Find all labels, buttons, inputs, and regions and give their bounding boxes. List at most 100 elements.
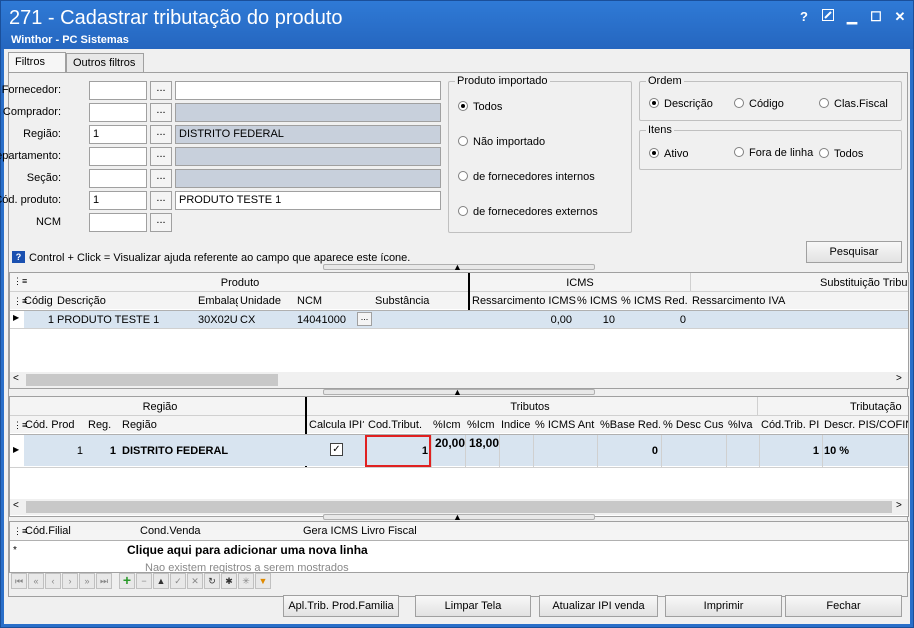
grid1-menu-icon[interactable]: ⋮≡ — [13, 276, 27, 287]
radio-nao-importado[interactable]: Não importado — [458, 136, 545, 148]
tab-outros-filtros[interactable]: Outros filtros — [66, 53, 144, 73]
maximize-icon[interactable]: ☐ — [867, 9, 885, 25]
fechar-button[interactable]: Fechar — [785, 595, 902, 617]
cod-produto-input[interactable]: 1 — [89, 191, 147, 210]
col-descricao[interactable]: Descrição — [57, 295, 197, 307]
splitter-top-arrow-icon[interactable]: ▲ — [453, 262, 462, 272]
tab-filtros[interactable]: Filtros — [8, 52, 66, 74]
radio-fornecedores-internos-dot[interactable] — [458, 171, 468, 181]
radio-fornecedores-internos[interactable]: de fornecedores internos — [458, 171, 595, 183]
cancel-icon[interactable]: ✕ — [187, 573, 203, 589]
cod-produto-search-button[interactable]: ... — [150, 191, 172, 210]
radio-itens-ativo[interactable]: Ativo — [649, 148, 688, 160]
row-cod-tribut[interactable]: 1 — [368, 445, 428, 457]
col-codigo[interactable]: Códig — [24, 295, 56, 307]
col-regiao[interactable]: Região — [122, 419, 302, 431]
regiao-search-button[interactable]: ... — [150, 125, 172, 144]
radio-ordem-codigo-dot[interactable] — [734, 98, 744, 108]
col-icm2[interactable]: %Icm — [467, 419, 499, 431]
departamento-search-button[interactable]: ... — [150, 147, 172, 166]
nav-last-icon[interactable]: ⏭ — [96, 573, 112, 589]
comprador-search-button[interactable]: ... — [150, 103, 172, 122]
help-icon[interactable]: ? — [795, 9, 813, 25]
pesquisar-button[interactable]: Pesquisar — [806, 241, 902, 263]
row-regiao[interactable]: DISTRITO FEDERAL — [122, 445, 302, 457]
radio-fornecedores-externos[interactable]: de fornecedores externos — [458, 206, 598, 218]
regiao-input[interactable]: 1 — [89, 125, 147, 144]
col-desc-cus[interactable]: % Desc Cus — [663, 419, 725, 431]
col-base-red[interactable]: %Base Red. — [600, 419, 660, 431]
imprimir-button[interactable]: Imprimir — [665, 595, 782, 617]
close-icon[interactable]: ✕ — [891, 9, 909, 25]
edit-up-icon[interactable]: ▲ — [153, 573, 169, 589]
col-ncm[interactable]: NCM — [297, 295, 372, 307]
radio-itens-todos[interactable]: Todos — [819, 148, 863, 160]
secao-search-button[interactable]: ... — [150, 169, 172, 188]
radio-ordem-descricao-dot[interactable] — [649, 98, 659, 108]
filter-icon[interactable]: ▼ — [255, 573, 271, 589]
grid1-scroll-left-icon[interactable]: < — [13, 373, 19, 384]
nav-next-page-icon[interactable]: » — [79, 573, 95, 589]
col-calcula-ipi[interactable]: Calcula IPI? — [309, 419, 364, 431]
edit-icon[interactable] — [819, 9, 837, 25]
col-ressarc-iva[interactable]: Ressarcimento IVA — [692, 295, 812, 307]
col-descr-pis[interactable]: Descr. PIS/COFIN — [824, 419, 908, 431]
grid1-scroll-right-icon[interactable]: > — [896, 373, 902, 384]
col-substancia[interactable]: Substância — [375, 295, 467, 307]
apl-trib-familia-button[interactable]: Apl.Trib. Prod.Familia — [283, 595, 399, 617]
radio-ordem-descricao[interactable]: Descrição — [649, 98, 713, 110]
radio-itens-fora-de-linha[interactable]: Fora de linha — [734, 147, 813, 159]
grid2-scroll-left-icon[interactable]: < — [13, 500, 19, 511]
fornecedor-desc[interactable] — [175, 81, 441, 100]
radio-itens-todos-dot[interactable] — [819, 148, 829, 158]
nav-first-icon[interactable]: ⏮ — [11, 573, 27, 589]
limpar-tela-button[interactable]: Limpar Tela — [415, 595, 531, 617]
col-cod-trib-pi[interactable]: Cód.Trib. PI — [761, 419, 821, 431]
row-icm2[interactable]: 18,00 — [467, 437, 499, 465]
col-embalagem[interactable]: Embalag — [198, 295, 238, 307]
ncm-search-button[interactable]: ... — [150, 213, 172, 232]
secao-input[interactable] — [89, 169, 147, 188]
departamento-input[interactable] — [89, 147, 147, 166]
col-cod-prod[interactable]: Cód. Prod — [25, 419, 85, 431]
atualizar-ipi-button[interactable]: Atualizar IPI venda — [539, 595, 658, 617]
delete-icon[interactable]: − — [136, 573, 152, 589]
grid1-scroll-thumb[interactable] — [26, 374, 278, 386]
post-icon[interactable]: ✓ — [170, 573, 186, 589]
radio-itens-fora-de-linha-dot[interactable] — [734, 147, 744, 157]
row-embalagem[interactable]: 30X02U — [198, 314, 238, 326]
row-descr-pis[interactable]: 10 % — [824, 445, 904, 457]
row-cod-prod[interactable]: 1 — [25, 445, 83, 457]
ncm-input[interactable] — [89, 213, 147, 232]
cod-produto-desc[interactable]: PRODUTO TESTE 1 — [175, 191, 441, 210]
row-pct-icms[interactable]: 10 — [577, 314, 615, 326]
row-codigo[interactable]: 1 — [24, 314, 54, 326]
radio-todos-dot[interactable] — [458, 101, 468, 111]
col-icms-ant[interactable]: % ICMS Ant — [535, 419, 595, 431]
row-pct-icms-red[interactable]: 0 — [621, 314, 686, 326]
grid1-hscrollbar[interactable]: < > — [10, 372, 908, 388]
row-calcula-ipi-checkbox[interactable]: ✓ — [330, 443, 343, 456]
row-ressarc-icms[interactable]: 0,00 — [472, 314, 572, 326]
col-unidade[interactable]: Unidade — [240, 295, 295, 307]
row-unidade[interactable]: CX — [240, 314, 295, 326]
row-cod-trib-pi[interactable]: 1 — [761, 445, 819, 457]
col-cond-venda[interactable]: Cond.Venda — [140, 525, 300, 537]
col-pct-icms[interactable]: % ICMS — [577, 295, 619, 307]
col-gera-icms[interactable]: Gera ICMS Livro Fiscal — [303, 525, 503, 537]
row-ncm-button[interactable]: ... — [357, 312, 372, 326]
radio-ordem-clas-fiscal-dot[interactable] — [819, 98, 829, 108]
radio-ordem-codigo[interactable]: Código — [734, 98, 784, 110]
fornecedor-search-button[interactable]: ... — [150, 81, 172, 100]
col-icm1[interactable]: %Icm — [433, 419, 465, 431]
col-iva[interactable]: %Iva — [728, 419, 758, 431]
col-indice[interactable]: Indice — [501, 419, 533, 431]
radio-itens-ativo-dot[interactable] — [649, 148, 659, 158]
col-pct-icms-red[interactable]: % ICMS Red. — [621, 295, 689, 307]
refresh-icon[interactable]: ↻ — [204, 573, 220, 589]
grid2-scroll-right-icon[interactable]: > — [896, 500, 902, 511]
nav-prev-icon[interactable]: ‹ — [45, 573, 61, 589]
nav-next-icon[interactable]: › — [62, 573, 78, 589]
minimize-icon[interactable]: ▁ — [843, 9, 861, 25]
row-base-red[interactable]: 0 — [600, 445, 658, 457]
